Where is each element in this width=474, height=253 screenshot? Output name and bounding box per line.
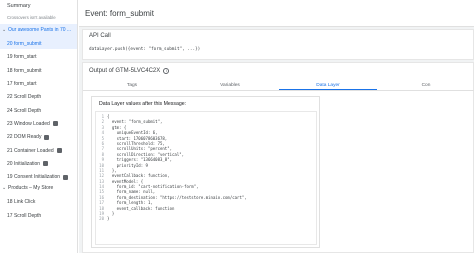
sidebar-event-item[interactable]: 19 form_start	[0, 49, 77, 62]
tag-badge-icon	[43, 161, 49, 167]
sidebar-event-item[interactable]: 17 form_start	[0, 76, 77, 89]
sidebar-event-label: 17 form_start	[7, 81, 37, 88]
main-panel: Event: form_submit API Call dataLayer.pu…	[79, 0, 474, 253]
page-title: Event: form_submit	[79, 0, 474, 27]
code-line: 20}	[96, 216, 316, 221]
sidebar-event-item[interactable]: 23 Window Loaded	[0, 116, 77, 129]
page-group-label: Products – My Store	[8, 185, 54, 192]
crossovers-note: Crossovers isn't available	[7, 15, 56, 20]
tab-data-layer[interactable]: Data Layer	[279, 80, 377, 90]
sidebar-event-item[interactable]: 22 Scroll Depth	[0, 89, 77, 102]
sidebar-event-label: 22 DOM Ready	[7, 134, 42, 141]
sidebar-event-item[interactable]: 18 form_submit	[0, 63, 77, 76]
sidebar-event-item[interactable]: 19 Consent Initialization	[0, 169, 77, 182]
sidebar-event-item[interactable]: 20 form_submit	[0, 36, 77, 50]
data-layer-title: Data Layer values after this Message:	[99, 101, 187, 107]
sidebar: Summary Crossovers isn't available ⌄ Our…	[0, 0, 78, 253]
sidebar-event-label: 18 form_submit	[7, 67, 42, 74]
sidebar-event-item[interactable]: 24 Scroll Depth	[0, 102, 77, 115]
page-group-label: Our awesome Pants in 70 ...	[8, 27, 72, 33]
api-call-title: API Call	[89, 33, 111, 39]
tab-tags[interactable]: Tags	[83, 80, 181, 90]
sidebar-event-label: 22 Scroll Depth	[7, 94, 42, 101]
line-number: 20	[99, 216, 104, 222]
sidebar-event-label: 18 Link Click	[7, 199, 36, 206]
api-call-card: API Call dataLayer.push({event: "form_su…	[82, 29, 474, 60]
info-icon[interactable]: i	[163, 68, 170, 74]
sidebar-event-label: 19 form_start	[7, 54, 37, 61]
sidebar-event-label: 21 Container Loaded	[7, 147, 54, 154]
sidebar-event-label: 24 Scroll Depth	[7, 107, 42, 114]
tag-badge-icon	[52, 121, 58, 127]
output-title-row: Output of GTM-5LVC4C2X i	[83, 63, 473, 74]
sidebar-event-item[interactable]: 17 Scroll Depth	[0, 208, 77, 221]
page-group-pants[interactable]: ⌄ Our awesome Pants in 70 ...	[0, 24, 77, 36]
output-tabs: Tags Variables Data Layer Con	[83, 80, 474, 91]
tag-badge-icon	[56, 148, 62, 154]
sidebar-event-label: 20 Initialization	[7, 160, 41, 167]
sidebar-event-item[interactable]: 18 Link Click	[0, 194, 77, 207]
sidebar-event-item[interactable]: 20 Initialization	[0, 156, 77, 169]
code-text: event_callback: function	[107, 205, 175, 211]
tag-badge-icon	[44, 134, 50, 140]
api-call-code: dataLayer.push({event: "form_submit", ..…	[89, 47, 201, 52]
sidebar-event-item[interactable]: 21 Container Loaded	[0, 142, 77, 155]
data-layer-code: 1{2 event: "form_submit", 3 gtm: {4 uniqu…	[95, 111, 317, 245]
tab-con[interactable]: Con	[377, 80, 474, 90]
sidebar-event-label: 17 Scroll Depth	[7, 212, 42, 219]
sidebar-event-label: 23 Window Loaded	[7, 120, 50, 127]
data-layer-panel: Data Layer values after this Message: 1{…	[91, 96, 320, 248]
output-title: Output of GTM-5LVC4C2X	[89, 68, 161, 74]
sidebar-event-item[interactable]: 22 DOM Ready	[0, 129, 77, 142]
summary-link[interactable]: Summary	[0, 0, 77, 13]
code-text: }	[107, 216, 110, 222]
sidebar-event-label: 19 Consent Initialization	[7, 174, 61, 181]
output-card: Output of GTM-5LVC4C2X i Tags Variables Da…	[82, 62, 474, 253]
tag-badge-icon	[63, 174, 69, 180]
sidebar-event-label: 20 form_submit	[7, 41, 42, 48]
tab-variables[interactable]: Variables	[181, 80, 279, 90]
page-group-products[interactable]: ⌄ Products – My Store	[0, 182, 77, 194]
